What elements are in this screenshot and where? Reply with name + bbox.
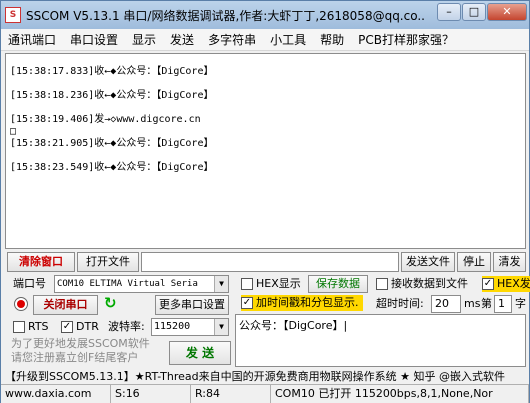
menu-multi-string[interactable]: 多字符串 (201, 31, 263, 48)
send-button[interactable]: 发 送 (169, 341, 231, 365)
ticker-text: 【升级到SSCOM5.13.1】★RT-Thread来自中国的开源免费商用物联网… (5, 370, 505, 383)
title-bar[interactable]: S SSCOM V5.13.1 串口/网络数据调试器,作者:大虾丁丁,26180… (1, 1, 529, 29)
refresh-icon[interactable]: ↻ (104, 295, 117, 311)
close-icon[interactable]: ✕ (487, 3, 527, 21)
status-website[interactable]: www.daxia.com (1, 385, 111, 403)
checkmark-icon: ✓ (482, 278, 494, 290)
app-window: S SSCOM V5.13.1 串口/网络数据调试器,作者:大虾丁丁,26180… (0, 0, 530, 403)
status-sent-count: S:16 (111, 385, 191, 403)
app-icon: S (5, 7, 21, 23)
log-line: [15:38:23.549]收←◆公众号：【DigCore】 (10, 162, 214, 173)
log-line: □ (10, 126, 17, 137)
window-title: SSCOM V5.13.1 串口/网络数据调试器,作者:大虾丁丁,2618058… (26, 8, 426, 23)
baud-label: 波特率: (108, 320, 145, 333)
hex-send-label: HEX发 (497, 277, 530, 290)
nth-label: 第 (481, 297, 492, 310)
send-text: 公众号：【DigCore】| (239, 319, 348, 332)
status-port-info: COM10 已打开 115200bps,8,1,None,Nor (271, 385, 529, 403)
minimize-icon[interactable]: – (437, 3, 461, 21)
timeout-label: 超时时间: (376, 297, 424, 310)
clear-window-button[interactable]: 清除窗口 (7, 252, 75, 272)
rts-label: RTS (28, 320, 49, 333)
dtr-label: DTR (76, 320, 99, 333)
menu-help[interactable]: 帮助 (313, 31, 351, 48)
checkmark-icon: ✓ (241, 297, 253, 309)
more-serial-settings-button[interactable]: 更多串口设置 (155, 295, 229, 315)
log-line: [15:38:17.833]收←◆公众号：【DigCore】 (10, 66, 214, 77)
save-data-button[interactable]: 保存数据 (308, 275, 368, 293)
rts-checkbox[interactable]: RTS (13, 319, 49, 335)
checkbox-icon (241, 278, 253, 290)
byte-label: 字 (515, 297, 526, 310)
menu-comm-port[interactable]: 通讯端口 (1, 31, 63, 48)
chevron-down-icon: ▼ (214, 319, 228, 335)
file-path-input[interactable] (141, 252, 399, 272)
menu-send[interactable]: 发送 (163, 31, 201, 48)
nth-input[interactable]: 1 (494, 295, 512, 313)
hex-display-label: HEX显示 (256, 277, 301, 290)
log-line: [15:38:18.236]收←◆公众号：【DigCore】 (10, 90, 214, 101)
baud-select-value: 115200 (154, 321, 191, 332)
menu-bar: 通讯端口 串口设置 显示 发送 多字符串 小工具 帮助 PCB打样那家强？ (1, 29, 529, 51)
receive-log[interactable]: [15:38:17.833]收←◆公众号：【DigCore】 [15:38:18… (5, 53, 526, 249)
status-recv-count: R:84 (191, 385, 271, 403)
baud-select[interactable]: 115200 ▼ (151, 318, 229, 336)
maximize-icon[interactable]: □ (462, 3, 486, 21)
stop-button[interactable]: 停止 (457, 252, 491, 272)
timeout-unit: ms (464, 297, 481, 310)
port-select-value: COM10 ELTIMA Virtual Seria (57, 279, 198, 289)
checkbox-icon (376, 278, 388, 290)
timestamp-checkbox[interactable]: ✓ 加时间戳和分包显示. (241, 295, 363, 311)
recv-to-file-checkbox[interactable]: 接收数据到文件 (376, 276, 468, 292)
checkmark-icon: ✓ (61, 321, 73, 333)
port-label: 端口号 (13, 277, 46, 290)
menu-pcb[interactable]: PCB打样那家强？ (351, 31, 461, 48)
port-select[interactable]: COM10 ELTIMA Virtual Seria ▼ (54, 275, 229, 293)
checkbox-icon (13, 321, 25, 333)
log-line: [15:38:19.406]发→◇www.digcore.cn (10, 114, 201, 125)
send-file-button[interactable]: 发送文件 (401, 252, 455, 272)
send-input[interactable]: 公众号：【DigCore】| (235, 314, 526, 367)
close-port-button[interactable]: 关闭串口 (33, 295, 98, 315)
open-file-button[interactable]: 打开文件 (77, 252, 139, 272)
hex-send-checkbox[interactable]: ✓ HEX发 (482, 276, 530, 292)
timestamp-label: 加时间戳和分包显示. (256, 296, 359, 309)
hex-display-checkbox[interactable]: HEX显示 (241, 276, 301, 292)
chevron-down-icon: ▼ (214, 276, 228, 292)
menu-serial-settings[interactable]: 串口设置 (63, 31, 125, 48)
timeout-input[interactable]: 20 (431, 295, 461, 313)
port-status-icon (14, 297, 28, 311)
menu-display[interactable]: 显示 (125, 31, 163, 48)
promo-text: 为了更好地发展SSCOM软件 请您注册嘉立创F结尾客户 (11, 337, 150, 364)
recv-to-file-label: 接收数据到文件 (391, 277, 468, 290)
menu-tools[interactable]: 小工具 (263, 31, 313, 48)
status-bar: www.daxia.com S:16 R:84 COM10 已打开 115200… (1, 384, 529, 403)
log-line: [15:38:21.905]收←◆公众号：【DigCore】 (10, 138, 214, 149)
dtr-checkbox[interactable]: ✓ DTR (61, 319, 99, 335)
clear-send-button[interactable]: 清发 (493, 252, 526, 272)
